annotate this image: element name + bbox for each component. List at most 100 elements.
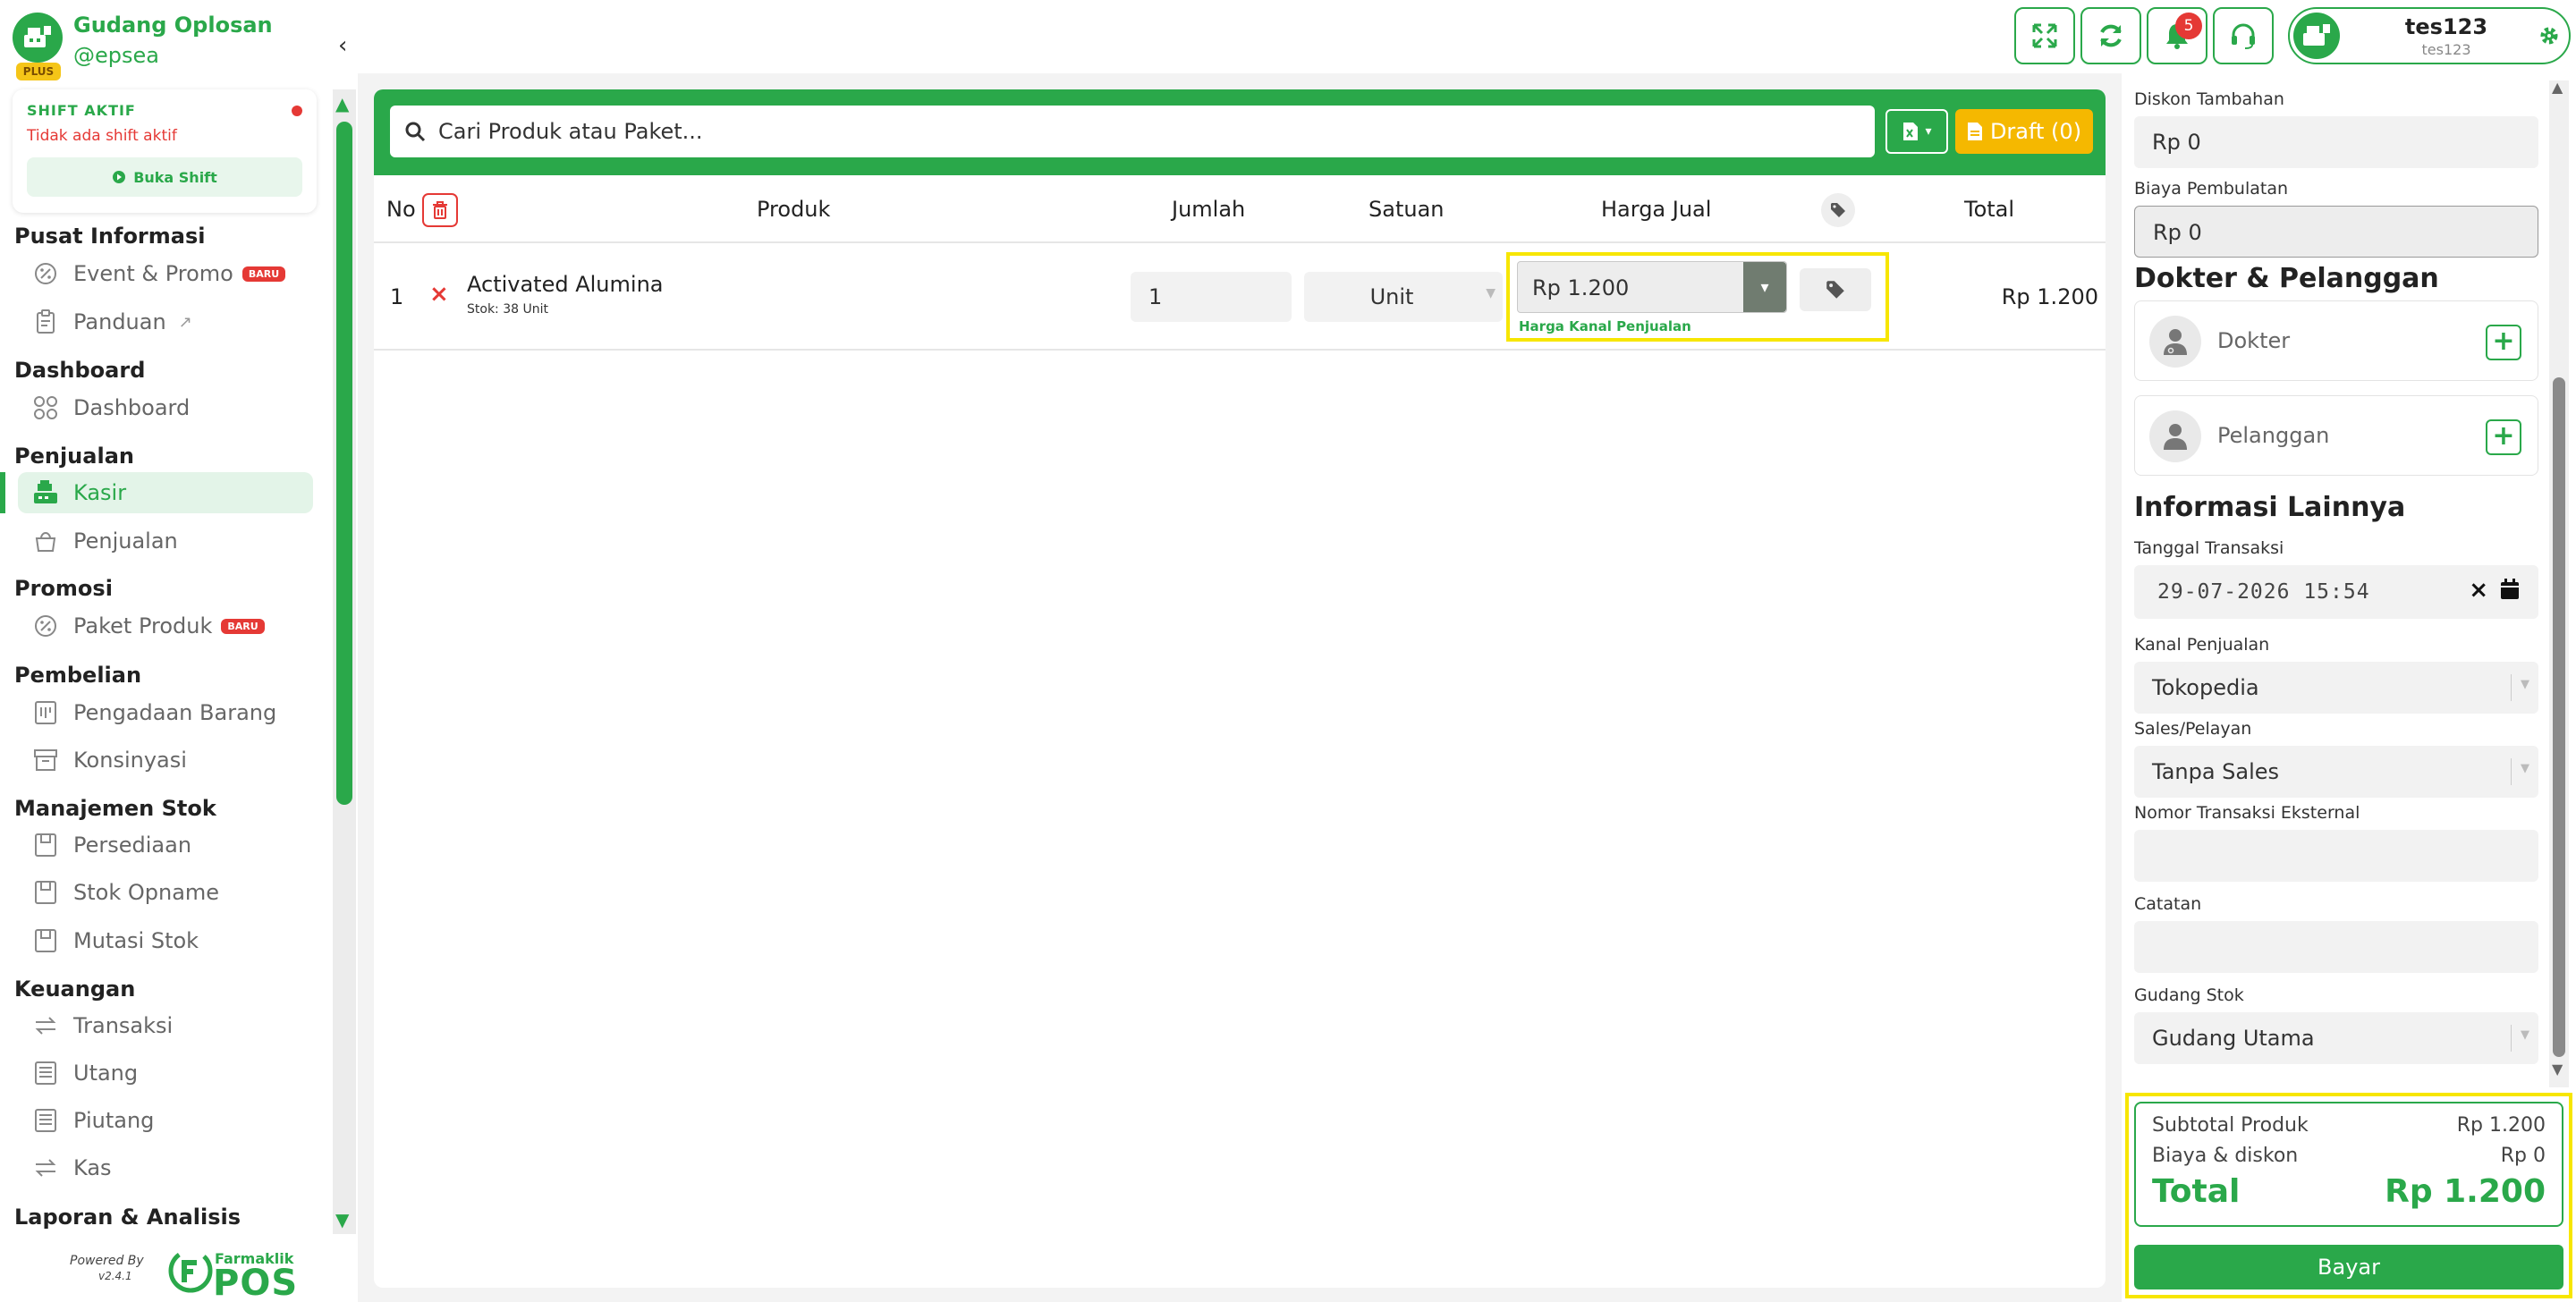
clear-date-icon[interactable]: ×	[2469, 577, 2488, 604]
sidebar-item-persediaan[interactable]: Persediaan	[18, 824, 313, 866]
refresh-button[interactable]	[2080, 7, 2141, 64]
menu-head-promosi: Promosi	[14, 576, 113, 601]
rounding-input[interactable]: Rp 0	[2134, 206, 2538, 258]
headset-icon	[2232, 23, 2255, 49]
sidebar-item-paket-produk[interactable]: Paket Produk BARU	[18, 605, 313, 647]
doctor-card[interactable]: Dokter +	[2134, 300, 2538, 381]
remove-item-icon[interactable]: ×	[429, 281, 449, 308]
search-bar: ▾ Draft (0)	[374, 89, 2106, 175]
box-icon	[30, 877, 61, 908]
pos-wordmark: POS	[213, 1263, 299, 1302]
app-version: v2.4.1	[98, 1270, 132, 1282]
chevron-down-icon: ▼	[1486, 286, 1496, 300]
sidebar-item-label: Paket Produk	[73, 613, 213, 638]
checkout-scroll-thumb[interactable]	[2553, 377, 2565, 1057]
sidebar-item-utang[interactable]: Utang	[18, 1053, 313, 1094]
scroll-up-icon[interactable]: ▲	[2552, 79, 2563, 96]
add-doctor-button[interactable]: +	[2486, 325, 2521, 360]
other-info-heading: Informasi Lainnya	[2134, 492, 2406, 523]
topbar: 5 tes123 tes123	[358, 0, 2576, 73]
doctor-placeholder: Dokter	[2217, 328, 2291, 353]
shift-card: SHIFT AKTIF Tidak ada shift aktif Buka S…	[13, 89, 317, 213]
transaction-date-input[interactable]: 29-07-2026 15:54 ×	[2134, 565, 2538, 619]
sidebar-item-panduan[interactable]: Panduan ↗	[18, 301, 313, 342]
brand: PLUS Gudang Oplosan @epsea ‹	[13, 9, 347, 80]
add-customer-button[interactable]: +	[2486, 419, 2521, 455]
sales-channel-select[interactable]: Tokopedia ▼	[2134, 662, 2538, 714]
support-button[interactable]	[2213, 7, 2274, 64]
search-field[interactable]	[390, 106, 1875, 157]
menu-head-penjualan: Penjualan	[14, 444, 134, 469]
exchange-icon	[30, 1010, 61, 1041]
subtotal-label: Subtotal Produk	[2152, 1114, 2309, 1137]
user-icon	[2149, 410, 2201, 462]
shift-status-dot-icon	[292, 106, 302, 116]
rounding-label: Biaya Pembulatan	[2134, 179, 2289, 199]
sidebar-item-kasir[interactable]: Kasir	[18, 472, 313, 513]
select-separator	[2511, 1025, 2512, 1052]
sales-person-select[interactable]: Tanpa Sales ▼	[2134, 746, 2538, 798]
sidebar-item-event-promo[interactable]: Event & Promo BARU	[18, 253, 313, 294]
import-excel-button[interactable]: ▾	[1885, 109, 1948, 154]
box-icon	[30, 926, 61, 956]
date-value: 29-07-2026 15:54	[2157, 580, 2370, 604]
price-select[interactable]: Rp 1.200 ▾	[1517, 261, 1787, 313]
notification-count-badge: 5	[2175, 13, 2202, 39]
pay-button[interactable]: Bayar	[2134, 1245, 2563, 1289]
sidebar-item-dashboard[interactable]: Dashboard	[18, 387, 313, 428]
sidebar-item-kas[interactable]: Kas	[18, 1147, 313, 1188]
refresh-icon	[2100, 24, 2122, 47]
trash-icon	[433, 201, 447, 219]
customer-card[interactable]: Pelanggan +	[2134, 395, 2538, 476]
sidebar-item-konsinyasi[interactable]: Konsinyasi	[18, 740, 313, 781]
price-tag-button[interactable]	[1800, 268, 1871, 311]
menu-head-keuangan: Keuangan	[14, 976, 136, 1002]
sidebar-item-piutang[interactable]: Piutang	[18, 1100, 313, 1141]
new-badge: BARU	[221, 618, 265, 634]
gear-icon[interactable]	[2538, 25, 2560, 46]
calendar-icon[interactable]	[2499, 578, 2521, 601]
procurement-icon	[30, 698, 61, 728]
store-name: Gudang Oplosan	[73, 13, 273, 38]
cart-panel: ▾ Draft (0) No Produk Jumlah Satuan Harg…	[374, 89, 2106, 1288]
note-input[interactable]	[2134, 921, 2538, 973]
discount-input[interactable]: Rp 0	[2134, 116, 2538, 168]
external-number-input[interactable]	[2134, 830, 2538, 882]
search-input[interactable]	[438, 119, 1834, 144]
scroll-up-icon[interactable]: ▲	[335, 93, 349, 114]
chevron-down-icon[interactable]: ▾	[1743, 262, 1786, 312]
fullscreen-button[interactable]	[2014, 7, 2075, 64]
sidebar-item-pengadaan-barang[interactable]: Pengadaan Barang	[18, 692, 313, 733]
ledger-icon	[30, 1058, 61, 1088]
collapse-sidebar-icon[interactable]: ‹	[338, 32, 347, 59]
shift-title: SHIFT AKTIF	[27, 102, 136, 119]
notifications-button[interactable]: 5	[2147, 7, 2207, 64]
open-shift-button[interactable]: Buka Shift	[27, 157, 302, 197]
sidebar-scroll-thumb[interactable]	[336, 122, 352, 805]
exchange-icon	[30, 1153, 61, 1183]
scroll-down-icon[interactable]: ▼	[2552, 1061, 2563, 1078]
scroll-down-icon[interactable]: ▼	[335, 1209, 349, 1230]
col-header-product: Produk	[757, 197, 831, 222]
chevron-down-icon: ▾	[1925, 124, 1932, 139]
sidebar-item-mutasi-stok[interactable]: Mutasi Stok	[18, 920, 313, 961]
sales-value: Tanpa Sales	[2152, 759, 2280, 784]
col-header-qty: Jumlah	[1172, 197, 1246, 222]
user-avatar	[2293, 13, 2340, 59]
clear-cart-button[interactable]	[422, 193, 458, 227]
draft-button[interactable]: Draft (0)	[1955, 109, 2093, 154]
sidebar-item-label: Persediaan	[73, 833, 192, 858]
unit-select[interactable]: Unit ▼	[1304, 272, 1503, 322]
user-menu[interactable]: tes123 tes123	[2288, 7, 2571, 64]
sidebar-item-stok-opname[interactable]: Stok Opname	[18, 872, 313, 913]
quantity-input[interactable]: 1	[1131, 272, 1292, 322]
col-header-price: Harga Jual	[1601, 197, 1712, 222]
product-stock: Stok: 38 Unit	[467, 302, 548, 317]
percent-icon	[30, 611, 61, 641]
sidebar-item-penjualan[interactable]: Penjualan	[18, 520, 313, 562]
col-header-no: No	[386, 197, 416, 222]
open-shift-label: Buka Shift	[133, 168, 217, 186]
warehouse-select[interactable]: Gudang Utama ▼	[2134, 1012, 2538, 1064]
menu-head-manajemen-stok: Manajemen Stok	[14, 796, 216, 821]
sidebar-item-transaksi[interactable]: Transaksi	[18, 1005, 313, 1046]
